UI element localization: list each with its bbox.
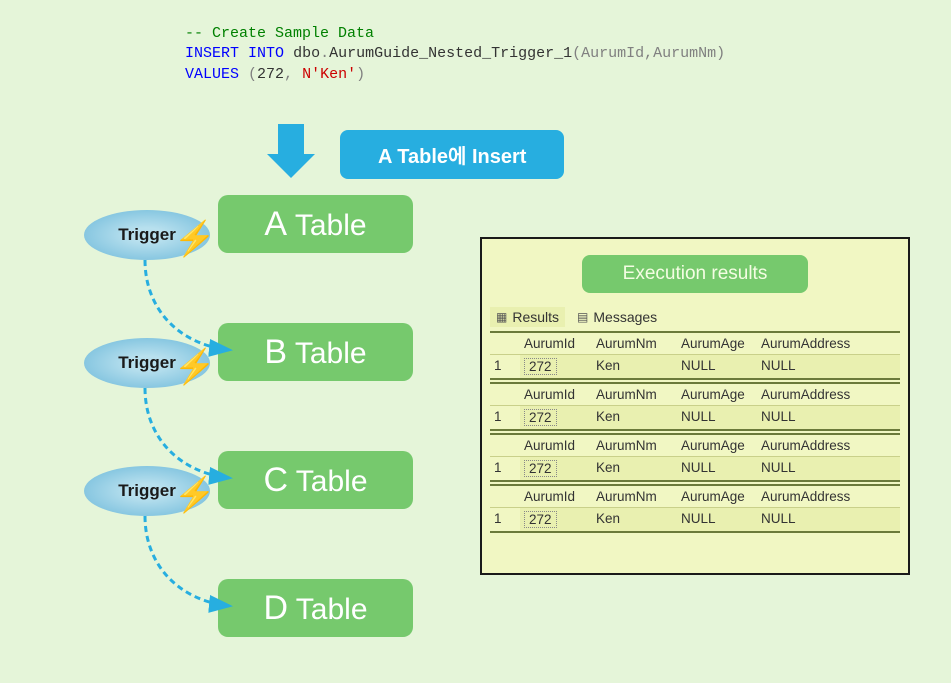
result-header-cell: AurumNm [592, 384, 677, 405]
result-data-row: 1272KenNULLNULL [490, 456, 900, 482]
kw-insert: INSERT [185, 45, 239, 62]
code-table: AurumGuide_Nested_Trigger_1 [329, 45, 572, 62]
arrow-down-icon [267, 124, 315, 178]
result-data-row: 1272KenNULLNULL [490, 507, 900, 533]
trigger-ellipse-2: Trigger ⚡ [84, 338, 210, 388]
cell: Ken [592, 457, 677, 480]
tab-results[interactable]: ▦ Results [490, 307, 565, 327]
cell: NULL [677, 508, 757, 531]
kw-into: INTO [248, 45, 284, 62]
cell: 272 [520, 355, 592, 378]
result-header-row: AurumIdAurumNmAurumAgeAurumAddress [490, 486, 900, 507]
cell: Ken [592, 355, 677, 378]
trigger-label: Trigger [118, 481, 176, 500]
result-header-cell: AurumAddress [757, 486, 877, 507]
result-header-row: AurumIdAurumNmAurumAgeAurumAddress [490, 333, 900, 354]
result-header-cell: AurumNm [592, 435, 677, 456]
result-header-cell: AurumAge [677, 333, 757, 354]
sql-code: -- Create Sample Data INSERT INTO dbo.Au… [185, 24, 725, 85]
cell: NULL [757, 457, 877, 480]
result-header-cell: AurumId [520, 435, 592, 456]
code-string: N'Ken' [302, 66, 356, 83]
code-open: ( [248, 66, 257, 83]
tab-results-label: Results [512, 309, 559, 325]
result-group: AurumIdAurumNmAurumAgeAurumAddress1272Ke… [490, 331, 900, 380]
cell: NULL [677, 406, 757, 429]
row-number-cell: 1 [490, 355, 520, 378]
code-close: ) [356, 66, 365, 83]
cell: NULL [677, 355, 757, 378]
result-header-cell: AurumId [520, 486, 592, 507]
result-group: AurumIdAurumNmAurumAgeAurumAddress1272Ke… [490, 484, 900, 533]
table-box-b: B Table [218, 323, 413, 381]
result-groups: AurumIdAurumNmAurumAgeAurumAddress1272Ke… [482, 331, 908, 533]
insert-badge: A Table에 Insert [340, 130, 564, 179]
result-header-cell: AurumAge [677, 435, 757, 456]
cell: Ken [592, 508, 677, 531]
results-title: Execution results [582, 255, 808, 293]
grid-icon: ▦ [496, 310, 507, 324]
row-number-cell: 1 [490, 457, 520, 480]
result-header-cell: AurumId [520, 384, 592, 405]
cell: 272 [520, 508, 592, 531]
lightning-icon: ⚡ [174, 342, 216, 392]
code-comment: -- Create Sample Data [185, 25, 374, 42]
cell: NULL [677, 457, 757, 480]
code-cols: (AurumId,AurumNm) [572, 45, 725, 62]
table-box-d: D Table [218, 579, 413, 637]
code-comma: , [284, 66, 302, 83]
result-header-row: AurumIdAurumNmAurumAgeAurumAddress [490, 384, 900, 405]
table-box-c: C Table [218, 451, 413, 509]
result-header-cell: AurumAddress [757, 384, 877, 405]
results-panel: Execution results ▦ Results ▤ Messages A… [480, 237, 910, 575]
row-number-cell: 1 [490, 406, 520, 429]
result-header-cell [490, 333, 520, 354]
result-group: AurumIdAurumNmAurumAgeAurumAddress1272Ke… [490, 382, 900, 431]
cell: NULL [757, 508, 877, 531]
kw-values: VALUES [185, 66, 239, 83]
lightning-icon: ⚡ [174, 470, 216, 520]
result-data-row: 1272KenNULLNULL [490, 405, 900, 431]
result-header-row: AurumIdAurumNmAurumAgeAurumAddress [490, 435, 900, 456]
result-header-cell: AurumAddress [757, 333, 877, 354]
trigger-ellipse-3: Trigger ⚡ [84, 466, 210, 516]
aurumid-cell: 272 [524, 409, 557, 426]
result-header-cell [490, 384, 520, 405]
code-dot: . [320, 45, 329, 62]
result-header-cell: AurumAge [677, 486, 757, 507]
cell: 272 [520, 457, 592, 480]
result-header-cell [490, 486, 520, 507]
result-header-cell: AurumAge [677, 384, 757, 405]
row-number-cell: 1 [490, 508, 520, 531]
tab-messages[interactable]: ▤ Messages [571, 307, 663, 327]
aurumid-cell: 272 [524, 511, 557, 528]
lightning-icon: ⚡ [174, 214, 216, 264]
aurumid-cell: 272 [524, 358, 557, 375]
trigger-ellipse-1: Trigger ⚡ [84, 210, 210, 260]
messages-icon: ▤ [577, 310, 588, 324]
trigger-label: Trigger [118, 225, 176, 244]
result-header-cell: AurumNm [592, 333, 677, 354]
result-header-cell: AurumId [520, 333, 592, 354]
code-num: 272 [257, 66, 284, 83]
result-data-row: 1272KenNULLNULL [490, 354, 900, 380]
result-header-cell: AurumAddress [757, 435, 877, 456]
results-tabs: ▦ Results ▤ Messages [482, 305, 908, 331]
cell: Ken [592, 406, 677, 429]
trigger-label: Trigger [118, 353, 176, 372]
result-group: AurumIdAurumNmAurumAgeAurumAddress1272Ke… [490, 433, 900, 482]
result-header-cell: AurumNm [592, 486, 677, 507]
tab-messages-label: Messages [593, 309, 657, 325]
cell: 272 [520, 406, 592, 429]
cell: NULL [757, 406, 877, 429]
aurumid-cell: 272 [524, 460, 557, 477]
result-header-cell [490, 435, 520, 456]
table-box-a: A Table [218, 195, 413, 253]
cell: NULL [757, 355, 877, 378]
code-schema: dbo [293, 45, 320, 62]
